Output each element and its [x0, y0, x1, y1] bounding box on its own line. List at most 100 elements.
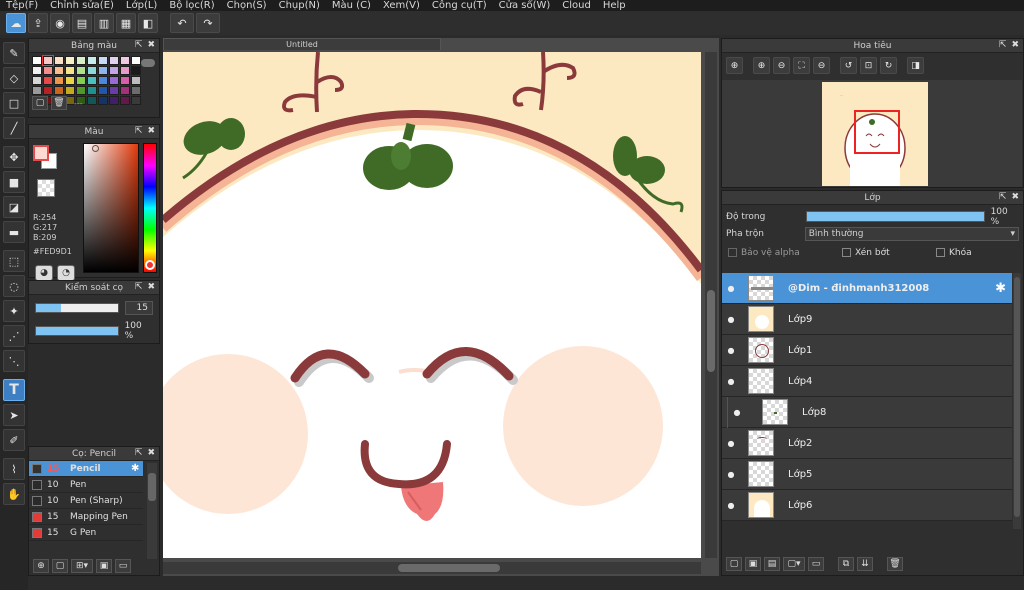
eraser-tool-icon[interactable]: ◇ [3, 67, 25, 89]
menu-cloud[interactable]: Cloud [562, 0, 591, 11]
palette-swatch[interactable] [131, 56, 141, 65]
layout-icon[interactable]: ◧ [138, 13, 158, 33]
popout-icon[interactable]: ⇱ [135, 448, 143, 458]
palette-swatch[interactable] [120, 86, 130, 95]
palette-swatch[interactable] [87, 56, 97, 65]
brush-item[interactable]: 15 G Pen [29, 525, 143, 541]
palette-swatch[interactable] [120, 96, 130, 105]
palette-swatch[interactable] [76, 76, 86, 85]
brush-size-slider[interactable] [35, 303, 119, 313]
canvas-vertical-thumb[interactable] [707, 290, 715, 372]
palette-swatch[interactable] [131, 76, 141, 85]
palette-icon[interactable]: ◕ [35, 265, 53, 281]
palette-swatch[interactable] [120, 66, 130, 75]
palette-swatch[interactable] [98, 56, 108, 65]
popout-icon[interactable]: ⇱ [135, 282, 143, 292]
palette-swatch[interactable] [65, 86, 75, 95]
visibility-icon[interactable]: ● [722, 377, 740, 386]
lasso-icon[interactable]: ◌ [3, 275, 25, 297]
gear-icon[interactable]: ✱ [995, 281, 1006, 296]
layer-row[interactable]: ● @Dim - đinhmanh312008 ✱ [722, 273, 1012, 304]
navigator-view[interactable]: ... [722, 80, 1022, 187]
new-halftone-layer-icon[interactable]: ▤ [764, 557, 780, 571]
brush-folder-icon[interactable]: ▭ [115, 559, 131, 573]
palette-swatch[interactable] [76, 86, 86, 95]
select-pen-icon[interactable]: ⋰ [3, 325, 25, 347]
visibility-icon[interactable]: ● [722, 439, 740, 448]
palette-swatch[interactable] [98, 96, 108, 105]
palette-scroll-handle[interactable] [141, 59, 155, 67]
divide-tool-icon[interactable]: ✐ [3, 429, 25, 451]
layer-list-scrollbar[interactable] [1013, 273, 1021, 529]
clipping-checkbox[interactable] [842, 247, 851, 257]
close-icon[interactable]: ✖ [147, 282, 155, 292]
close-icon[interactable]: ✖ [1011, 192, 1019, 202]
foreground-color[interactable] [33, 145, 49, 161]
move-tool-icon[interactable]: ✥ [3, 146, 25, 168]
menu-snap[interactable]: Chụp(N) [279, 0, 320, 11]
magic-wand-icon[interactable]: ✦ [3, 300, 25, 322]
palette-swatch[interactable] [109, 86, 119, 95]
menu-help[interactable]: Help [603, 0, 626, 11]
visibility-icon[interactable]: ● [728, 408, 746, 417]
canvas-horizontal-thumb[interactable] [398, 564, 500, 572]
reset-rotation-icon[interactable]: ⊡ [860, 57, 877, 74]
canvas-horizontal-scrollbar[interactable] [163, 562, 701, 574]
palette-swatch[interactable] [43, 66, 53, 75]
hue-marker[interactable] [145, 260, 155, 270]
undo-icon[interactable]: ↶ [170, 13, 194, 33]
zoom-in-icon[interactable]: ⊕ [726, 57, 743, 74]
redo-icon[interactable]: ↷ [196, 13, 220, 33]
actual-size-icon[interactable]: ⊖ [813, 57, 830, 74]
layer-row[interactable]: ● Lớp1 [722, 335, 1012, 366]
lock-option[interactable]: Khóa [936, 247, 972, 258]
text-tool-icon[interactable]: T [3, 379, 25, 401]
palette-swatch[interactable] [65, 56, 75, 65]
palette-swatch[interactable] [131, 96, 141, 105]
new-color-layer-icon[interactable]: ▣ [745, 557, 761, 571]
menu-file[interactable]: Tệp(F) [6, 0, 38, 11]
flip-icon[interactable]: ◨ [907, 57, 924, 74]
palette-swatch[interactable] [43, 76, 53, 85]
palette-swatch[interactable] [131, 66, 141, 75]
operation-tool-icon[interactable]: ➤ [3, 404, 25, 426]
delete-layer-icon[interactable]: 🗑 [887, 557, 903, 571]
layer-add-menu-icon[interactable]: ▢▾ [783, 557, 805, 571]
zoom-in-alt-icon[interactable]: ⊕ [753, 57, 770, 74]
navigator-viewport-rect[interactable] [854, 110, 900, 154]
rect-fill-tool-icon[interactable]: ■ [3, 171, 25, 193]
gear-icon[interactable]: ✱ [131, 463, 143, 474]
fg-bg-colors[interactable] [33, 145, 59, 171]
visibility-icon[interactable]: ● [722, 501, 740, 510]
canvas-vertical-scrollbar[interactable] [705, 52, 717, 558]
brush-item[interactable]: 15 Mapping Pen [29, 509, 143, 525]
close-icon[interactable]: ✖ [147, 40, 155, 50]
palette-swatch[interactable] [120, 76, 130, 85]
palette-swatch[interactable] [32, 56, 42, 65]
palette-swatch[interactable] [98, 76, 108, 85]
menu-filter[interactable]: Bộ lọc(R) [169, 0, 214, 11]
transparent-color[interactable] [37, 179, 55, 197]
panel-icon[interactable]: ▥ [94, 13, 114, 33]
palette-swatch[interactable] [76, 66, 86, 75]
close-icon[interactable]: ✖ [1011, 40, 1019, 50]
merge-layer-icon[interactable]: ⇊ [857, 557, 873, 571]
layer-row[interactable]: ● Lớp2 [722, 428, 1012, 459]
comment-icon[interactable]: ◉ [50, 13, 70, 33]
palette-swatch[interactable] [98, 86, 108, 95]
palette-swatch[interactable] [109, 96, 119, 105]
new-brush-icon[interactable]: ▢ [52, 559, 68, 573]
alpha-protect-checkbox[interactable] [728, 247, 737, 257]
brush-opacity-slider[interactable] [35, 326, 119, 336]
brush-item[interactable]: 15 Pencil ✱ [29, 461, 143, 477]
popout-icon[interactable]: ⇱ [135, 126, 143, 136]
visibility-icon[interactable]: ● [722, 315, 740, 324]
palette-swatch[interactable] [109, 76, 119, 85]
menu-window[interactable]: Cửa sổ(W) [499, 0, 551, 11]
brush-menu-icon[interactable]: ⊞▾ [71, 559, 93, 573]
add-brush-icon[interactable]: ⊕ [33, 559, 49, 573]
lock-checkbox[interactable] [936, 247, 945, 257]
menu-color[interactable]: Màu (C) [332, 0, 371, 11]
palette-swatch[interactable] [109, 66, 119, 75]
menu-edit[interactable]: Chỉnh sửa(E) [50, 0, 114, 11]
